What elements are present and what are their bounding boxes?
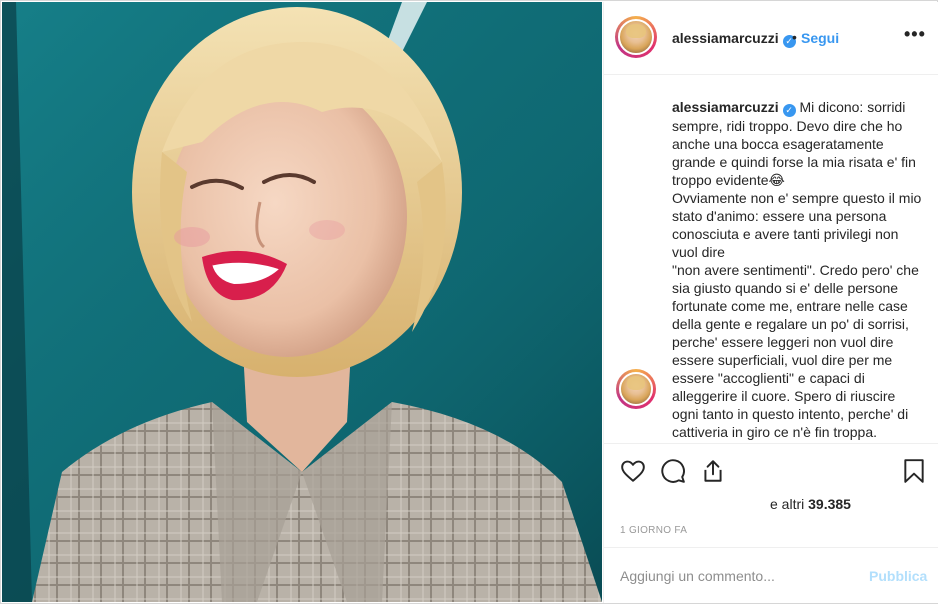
comment-input[interactable] [620,566,850,586]
caption-line-1: alessiamarcuzzi ✓ Mi dicono: sorridi semp… [672,98,922,189]
author-username-text[interactable]: alessiamarcuzzi [672,30,779,46]
post-timestamp[interactable]: 1 giorno fa [620,525,687,536]
likes-prefix: e altri [770,496,805,512]
post-header: alessiamarcuzzi ✓ • Segui ••• [604,2,938,75]
likes-number[interactable]: 39.385 [808,496,851,512]
author-avatar[interactable] [615,16,657,58]
commenter-avatar[interactable] [616,369,656,409]
more-options-icon[interactable]: ••• [904,24,926,45]
post-side-panel: alessiamarcuzzi ✓ • Segui ••• alessiamarc… [603,2,938,603]
publish-button[interactable]: Pubblica [869,568,927,584]
caption: alessiamarcuzzi ✓ Mi dicono: sorridi semp… [672,98,922,441]
follow-button[interactable]: Segui [801,30,839,46]
post-photo-illustration [2,2,602,602]
bookmark-icon[interactable] [901,458,927,484]
comment-form: Pubblica [604,547,938,604]
share-icon[interactable] [700,458,726,484]
caption-line-3: "non avere sentimenti". Credo pero' che … [672,262,919,440]
author-username[interactable]: alessiamarcuzzi ✓ [672,30,796,48]
header-separator: • [792,29,797,45]
caption-username[interactable]: alessiamarcuzzi [672,99,779,115]
likes-count[interactable]: e altri 39.385 [770,496,851,512]
post-modal: alessiamarcuzzi ✓ • Segui ••• alessiamarc… [0,0,938,604]
caption-scroll-area[interactable]: alessiamarcuzzi ✓ Mi dicono: sorridi semp… [604,75,938,443]
heart-icon[interactable] [620,458,646,484]
comment-icon[interactable] [660,458,686,484]
caption-verified-badge-icon: ✓ [782,104,796,117]
post-actions: e altri 39.385 1 giorno fa [604,443,938,548]
post-photo[interactable] [2,2,602,602]
caption-line-2: Ovviamente non e' sempre questo il mio s… [672,190,922,260]
